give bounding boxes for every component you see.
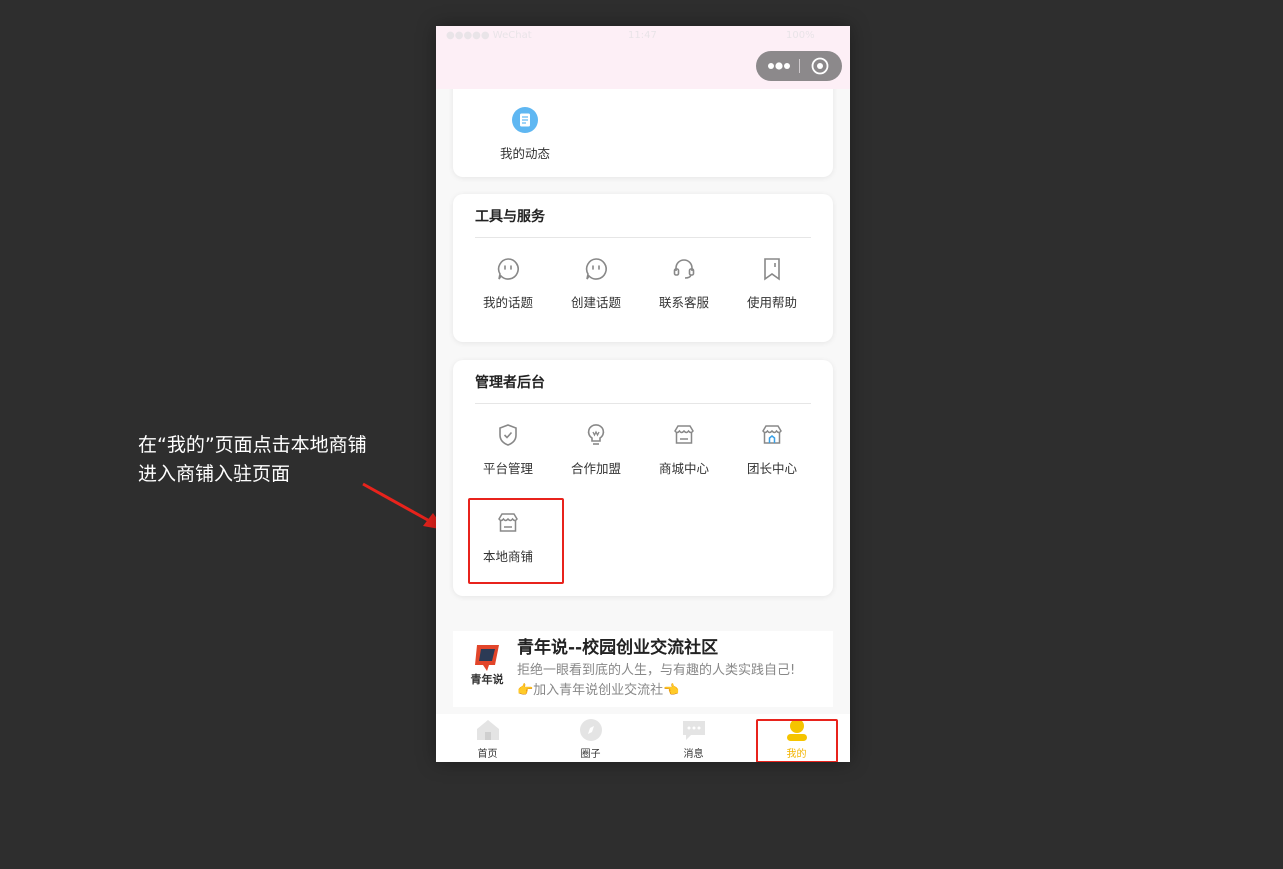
tab-home[interactable]: 首页 bbox=[436, 714, 539, 762]
logo-text: 青年说 bbox=[471, 672, 504, 686]
admin-backend-title: 管理者后台 bbox=[475, 375, 545, 391]
compass-icon bbox=[579, 719, 602, 741]
tools-services-title: 工具与服务 bbox=[475, 209, 545, 225]
document-icon bbox=[512, 107, 538, 133]
tab-circle-label: 圈子 bbox=[580, 749, 601, 760]
help-item[interactable]: 使用帮助 bbox=[728, 256, 816, 316]
help-label: 使用帮助 bbox=[746, 295, 797, 310]
local-store-highlight bbox=[468, 498, 564, 584]
group-leader-center-label: 团长中心 bbox=[746, 461, 797, 476]
tools-services-card: 工具与服务 我的话题 创建话题 联系客服 使用帮助 bbox=[453, 194, 833, 342]
platform-management-label: 平台管理 bbox=[482, 461, 533, 476]
lightbulb-icon bbox=[587, 424, 605, 445]
divider bbox=[475, 237, 811, 238]
store-house-icon bbox=[762, 425, 782, 444]
my-topics-item[interactable]: 我的话题 bbox=[464, 256, 552, 316]
my-posts-label: 我的动态 bbox=[499, 146, 550, 161]
bookmark-help-icon bbox=[764, 258, 780, 281]
mall-center-item[interactable]: 商城中心 bbox=[640, 422, 728, 482]
qingniangshuo-logo-icon: 青年说 bbox=[471, 645, 504, 686]
home-icon bbox=[476, 720, 499, 740]
phone-screen: 我的动态 ●●●●● WeChat 11:47 100% 工具与服务 我的话题 … bbox=[436, 26, 850, 762]
create-topic-label: 创建话题 bbox=[570, 295, 621, 310]
status-carrier: ●●●●● WeChat bbox=[446, 30, 532, 41]
tab-circle[interactable]: 圈子 bbox=[539, 714, 642, 762]
my-posts-item[interactable]: 我的动态 bbox=[481, 107, 569, 167]
contact-support-label: 联系客服 bbox=[658, 295, 709, 310]
platform-management-item[interactable]: 平台管理 bbox=[464, 422, 552, 482]
partnership-label: 合作加盟 bbox=[570, 461, 621, 476]
promo-banner[interactable]: 青年说 青年说--校园创业交流社区 拒绝一眼看到底的人生，与有趣的人类实践自己!… bbox=[453, 631, 833, 707]
tab-home-label: 首页 bbox=[477, 749, 498, 760]
annotation-line-2: 进入商铺入驻页面 bbox=[138, 463, 291, 485]
status-bar: ●●●●● WeChat 11:47 100% bbox=[436, 26, 850, 89]
chat-bubble-icon bbox=[585, 258, 607, 280]
my-topics-label: 我的话题 bbox=[482, 295, 533, 310]
status-battery: 100% bbox=[786, 30, 815, 41]
message-icon bbox=[682, 721, 705, 740]
tab-mine-highlight bbox=[756, 719, 838, 762]
promo-description: 拒绝一眼看到底的人生，与有趣的人类实践自己! bbox=[517, 663, 796, 678]
more-dots-icon[interactable] bbox=[766, 59, 794, 73]
headset-icon bbox=[673, 259, 695, 279]
divider bbox=[475, 403, 811, 404]
annotation-line-1: 在“我的”页面点击本地商铺 bbox=[138, 434, 367, 456]
promo-title: 青年说--校园创业交流社区 bbox=[517, 638, 719, 658]
mall-center-label: 商城中心 bbox=[658, 461, 709, 476]
tab-messages-label: 消息 bbox=[683, 749, 704, 760]
chat-bubble-icon bbox=[497, 258, 519, 280]
store-icon bbox=[674, 425, 694, 444]
group-leader-center-item[interactable]: 团长中心 bbox=[728, 422, 816, 482]
miniprogram-capsule bbox=[756, 51, 842, 81]
capsule-divider bbox=[799, 59, 800, 73]
close-target-icon[interactable] bbox=[811, 57, 829, 75]
partnership-item[interactable]: 合作加盟 bbox=[552, 422, 640, 482]
promo-join-text: 👉加入青年说创业交流社👈 bbox=[517, 683, 680, 698]
create-topic-item[interactable]: 创建话题 bbox=[552, 256, 640, 316]
annotation-text: 在“我的”页面点击本地商铺 进入商铺入驻页面 bbox=[138, 431, 367, 489]
tab-messages[interactable]: 消息 bbox=[642, 714, 745, 762]
shield-check-icon bbox=[499, 424, 517, 446]
contact-support-item[interactable]: 联系客服 bbox=[640, 256, 728, 316]
status-time: 11:47 bbox=[628, 30, 657, 41]
